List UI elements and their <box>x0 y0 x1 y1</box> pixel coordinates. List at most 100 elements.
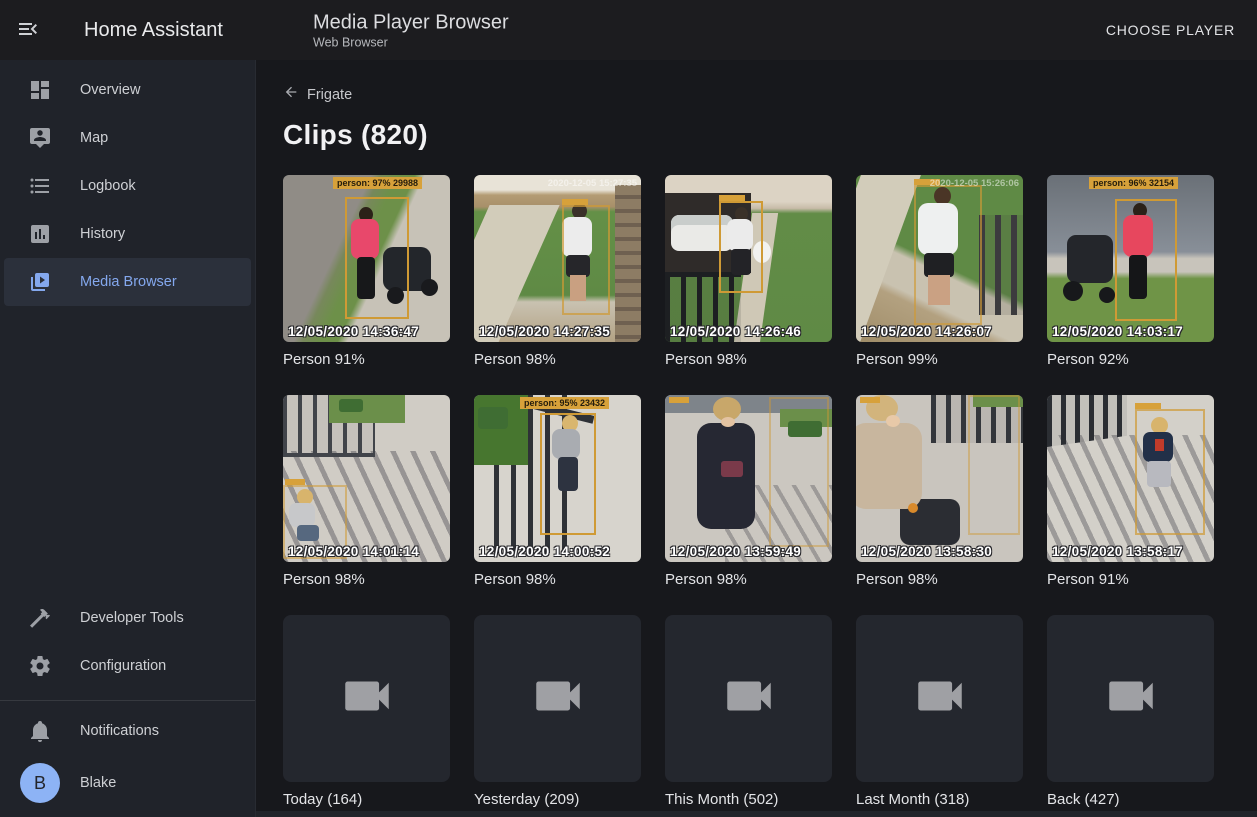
folder-tile <box>665 615 832 782</box>
camera-osd-timestamp: 2020-12-05 15:27:35 <box>548 178 637 189</box>
sidebar-spacer <box>0 306 255 594</box>
sidebar-item-label: Configuration <box>80 658 166 674</box>
clip-timestamp: 12/05/2020 14:36:47 <box>288 324 419 339</box>
detected-person-figure <box>474 175 641 342</box>
clip-label: Person 92% <box>1047 351 1214 369</box>
sidebar-item-configuration[interactable]: Configuration <box>4 642 251 690</box>
folder-label: This Month (502) <box>665 791 832 809</box>
sidebar-item-label: Overview <box>80 82 140 98</box>
folder-label: Yesterday (209) <box>474 791 641 809</box>
breadcrumb-label: Frigate <box>307 87 352 103</box>
folder-tile <box>856 615 1023 782</box>
detection-bounding-box <box>914 185 982 325</box>
sidebar-item-developer-tools[interactable]: Developer Tools <box>4 594 251 642</box>
clip-thumbnail: 12/05/2020 14:01:14 <box>283 395 450 562</box>
clip-item[interactable]: person: 97% 29988 12/05/2020 14:36:47 Pe… <box>283 175 450 369</box>
clip-label: Person 98% <box>474 571 641 589</box>
detection-score-chip-small <box>562 199 588 205</box>
sidebar-item-overview[interactable]: Overview <box>4 66 251 114</box>
clip-item[interactable]: 12/05/2020 13:58:17 Person 91% <box>1047 395 1214 589</box>
clip-label: Person 91% <box>283 351 450 369</box>
folder-item[interactable]: Back (427) <box>1047 615 1214 809</box>
page-header-title: Media Player Browser <box>313 11 509 35</box>
clip-timestamp: 12/05/2020 13:58:17 <box>1052 544 1183 559</box>
clip-thumbnail: 2020-12-05 15:27:35 12/05/2020 14:27:35 <box>474 175 641 342</box>
detection-bounding-box <box>345 197 409 319</box>
sidebar-toggle-button[interactable] <box>4 6 52 54</box>
clip-label: Person 98% <box>665 351 832 369</box>
video-icon <box>338 667 396 730</box>
next-row-edge <box>256 811 1257 817</box>
sidebar-item-label: Media Browser <box>80 274 177 290</box>
media-browser-content: Frigate Clips (820) person: 97% 29988 12… <box>256 60 1257 817</box>
detection-score-chip-small <box>285 479 305 485</box>
clip-timestamp: 12/05/2020 14:00:52 <box>479 544 610 559</box>
folder-item[interactable]: Yesterday (209) <box>474 615 641 809</box>
video-icon <box>720 667 778 730</box>
folder-tile <box>1047 615 1214 782</box>
detection-score-chip-small <box>860 397 880 403</box>
folder-item[interactable]: This Month (502) <box>665 615 832 809</box>
clip-timestamp: 12/05/2020 14:03:17 <box>1052 324 1183 339</box>
clip-label: Person 98% <box>856 571 1023 589</box>
video-icon <box>529 667 587 730</box>
detection-score-chip: person: 96% 32154 <box>1089 177 1178 189</box>
clip-label: Person 98% <box>283 571 450 589</box>
sidebar-item-map[interactable]: Map <box>4 114 251 162</box>
clip-thumbnail: 12/05/2020 13:58:17 <box>1047 395 1214 562</box>
user-name: Blake <box>80 775 116 791</box>
detection-score-chip-small <box>1135 403 1161 409</box>
folder-item[interactable]: Today (164) <box>283 615 450 809</box>
detection-score-chip-small <box>719 195 745 201</box>
clip-item[interactable]: 12/05/2020 13:58:30 Person 98% <box>856 395 1023 589</box>
arrow-left-icon <box>283 84 299 105</box>
folder-label: Last Month (318) <box>856 791 1023 809</box>
breadcrumb-back[interactable]: Frigate <box>283 84 352 105</box>
sidebar-item-media-browser[interactable]: Media Browser <box>4 258 251 306</box>
clip-label: Person 98% <box>474 351 641 369</box>
clip-item[interactable]: 2020-12-05 15:27:35 12/05/2020 14:27:35 … <box>474 175 641 369</box>
cog-icon <box>28 654 52 678</box>
detection-bounding-box <box>719 201 763 293</box>
clip-thumbnail: person: 96% 32154 12/05/2020 14:03:17 <box>1047 175 1214 342</box>
folder-label: Back (427) <box>1047 791 1214 809</box>
sidebar-user-profile[interactable]: B Blake <box>4 755 251 811</box>
clip-label: Person 98% <box>665 571 832 589</box>
clip-item[interactable]: 12/05/2020 13:59:49 Person 98% <box>665 395 832 589</box>
sidebar-item-label: Developer Tools <box>80 610 184 626</box>
clip-item[interactable]: person: 95% 23432 12/05/2020 14:00:52 Pe… <box>474 395 641 589</box>
menu-open-icon <box>16 17 40 44</box>
clip-thumbnail: 12/05/2020 14:26:46 <box>665 175 832 342</box>
app-title: Home Assistant <box>84 19 223 42</box>
play-box-multiple-icon <box>28 270 52 294</box>
sidebar-divider <box>0 700 255 701</box>
detection-bounding-box <box>968 395 1020 535</box>
detection-score-chip: person: 95% 23432 <box>520 397 609 409</box>
clip-timestamp: 12/05/2020 13:58:30 <box>861 544 992 559</box>
camera-osd-timestamp: 2020-12-05 15:26:06 <box>930 178 1019 189</box>
clip-item[interactable]: 12/05/2020 14:26:46 Person 98% <box>665 175 832 369</box>
choose-player-button[interactable]: CHOOSE PLAYER <box>1098 14 1243 46</box>
sidebar-item-logbook[interactable]: Logbook <box>4 162 251 210</box>
clip-item[interactable]: person: 96% 32154 12/05/2020 14:03:17 Pe… <box>1047 175 1214 369</box>
sidebar-bottom-list: Developer Tools Configuration <box>0 594 255 690</box>
home-assistant-app: Home Assistant Media Player Browser Web … <box>0 0 1257 817</box>
sidebar-item-label: Map <box>80 130 108 146</box>
folder-item[interactable]: Last Month (318) <box>856 615 1023 809</box>
detection-bounding-box <box>1115 199 1177 321</box>
sidebar-notifications: Notifications <box>0 707 255 755</box>
bell-icon <box>28 719 52 743</box>
detection-bounding-box <box>1135 409 1205 535</box>
sidebar-item-label: Logbook <box>80 178 136 194</box>
detection-bounding-box <box>769 397 829 547</box>
hammer-icon <box>28 606 52 630</box>
clip-item[interactable]: 12/05/2020 14:01:14 Person 98% <box>283 395 450 589</box>
sidebar-item-notifications[interactable]: Notifications <box>4 707 251 755</box>
detection-score-chip-small <box>669 397 689 403</box>
sidebar-item-history[interactable]: History <box>4 210 251 258</box>
clip-item[interactable]: 2020-12-05 15:26:06 12/05/2020 14:26:07 … <box>856 175 1023 369</box>
detection-bounding-box <box>562 205 610 315</box>
detection-bounding-box <box>540 413 596 535</box>
sidebar-item-label: Notifications <box>80 723 159 739</box>
sidebar-main-list: Overview Map Logbook History Media Brows… <box>0 66 255 306</box>
